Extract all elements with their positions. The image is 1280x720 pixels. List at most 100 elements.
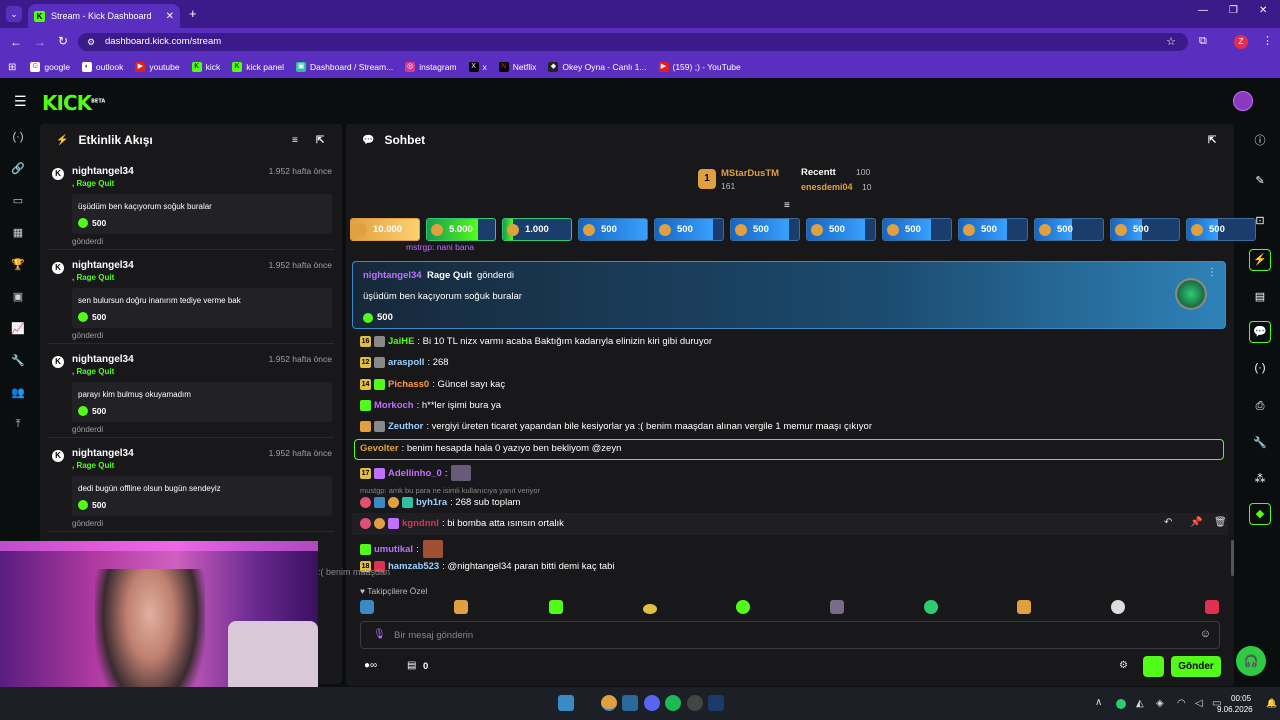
apps-icon[interactable]: ⁂ <box>1240 462 1280 494</box>
apps-grid-icon[interactable]: ⊞ <box>8 62 16 73</box>
bookmark-x[interactable]: Xx <box>468 62 487 72</box>
bookmark-okey[interactable]: ◆ Okey Oyna - Canlı 1... <box>548 62 647 72</box>
bookmark-kick-panel[interactable]: Kkick panel <box>232 62 284 72</box>
gift-goal-bar[interactable]: 500 <box>882 218 952 241</box>
link-icon[interactable]: 🔗 <box>0 152 36 184</box>
bookmark-youtube[interactable]: ▶ youtube <box>135 62 180 72</box>
steam-icon[interactable] <box>708 695 724 711</box>
trophy-icon[interactable]: 🏆 <box>0 248 36 280</box>
chat-scrollbar[interactable] <box>1231 540 1234 576</box>
new-tab-button[interactable]: + <box>189 6 197 21</box>
gift-goal-bar[interactable]: 500 <box>1110 218 1180 241</box>
points-icon[interactable]: ●∞ <box>364 660 377 671</box>
chat-popout-icon[interactable]: ⇱ <box>1208 135 1216 146</box>
chat-input[interactable]: 🎙 Bir mesaj gönderin ☺ <box>360 621 1220 649</box>
emote-5-icon[interactable] <box>736 600 750 614</box>
send-button[interactable]: Gönder <box>1171 656 1221 677</box>
gamepad-icon[interactable] <box>687 695 703 711</box>
delete-icon[interactable]: 🗑 <box>1214 517 1227 528</box>
emote-7-icon[interactable] <box>924 600 938 614</box>
gift-goal-bar[interactable]: 500 <box>806 218 876 241</box>
upload-icon[interactable]: ⤒ <box>0 408 36 440</box>
activity-toggle-icon[interactable]: ⚡ <box>1240 244 1280 276</box>
emote-1-icon[interactable] <box>360 600 374 614</box>
reload-icon[interactable]: ↻ <box>58 34 68 48</box>
notifications-icon[interactable]: 🔔 <box>1266 698 1277 709</box>
stream-icon[interactable]: (·) <box>1240 352 1280 384</box>
gift-goal-bar[interactable]: 1.000 <box>502 218 572 241</box>
hamburger-menu-icon[interactable]: ☰ <box>14 93 27 110</box>
printer-icon[interactable]: ⎙ <box>1240 390 1280 422</box>
mic-icon[interactable]: 🎙 <box>373 629 386 640</box>
hl-more-icon[interactable]: ⋮ <box>1207 267 1217 278</box>
tray-status-icon[interactable] <box>1116 699 1126 709</box>
filter-icon[interactable]: ≡ <box>292 135 298 146</box>
kick-logo[interactable]: KICKBETA <box>42 91 105 115</box>
users-icon[interactable]: 👥 <box>0 376 36 408</box>
second-gifter-name[interactable]: enesdemi04 <box>801 182 853 192</box>
profile-avatar[interactable]: Z <box>1234 35 1248 49</box>
hl-user[interactable]: nightangel34 <box>363 270 422 281</box>
bookmark-youtube-2[interactable]: ▶ (159) ;) - YouTube <box>658 62 741 72</box>
gift-goal-bar[interactable]: 500 <box>654 218 724 241</box>
back-icon[interactable]: ← <box>10 35 22 49</box>
kicks-shop-icon[interactable] <box>1143 656 1164 677</box>
emote-8-icon[interactable] <box>1017 600 1031 614</box>
emote-2-icon[interactable] <box>454 600 468 614</box>
bookmark-google[interactable]: Ggoogle <box>30 62 70 72</box>
tab-close-icon[interactable]: ✕ <box>166 11 174 22</box>
gift-goal-bar[interactable]: 10.000 <box>350 218 420 241</box>
spotify-icon[interactable] <box>665 695 681 711</box>
bookmark-instagram[interactable]: ◎ instagram <box>405 62 457 72</box>
discord-icon[interactable] <box>644 695 660 711</box>
chat-toggle-icon[interactable]: 💬 <box>1240 316 1280 348</box>
clock-time[interactable]: 00:05 <box>1231 694 1251 703</box>
gift-goal-bar[interactable]: 500 <box>578 218 648 241</box>
url-input[interactable]: ⚙ dashboard.kick.com/stream ☆ <box>78 33 1188 51</box>
app-icon[interactable] <box>622 695 638 711</box>
bookmark-dashboard[interactable]: ▣ Dashboard / Stream... <box>296 62 393 72</box>
window-icon[interactable]: ▭ <box>0 184 36 216</box>
popout-icon[interactable]: ⇱ <box>316 135 324 146</box>
broadcast-icon[interactable]: (·) <box>0 122 36 152</box>
gift-goal-bar[interactable]: 5.000 <box>426 218 496 241</box>
minimize-button[interactable]: — <box>1198 5 1208 16</box>
maximize-button[interactable]: ❐ <box>1229 5 1238 16</box>
forward-icon[interactable]: → <box>34 35 46 49</box>
start-icon[interactable] <box>558 695 574 711</box>
analytics-icon[interactable]: ▦ <box>0 216 36 248</box>
emote-4-icon[interactable] <box>643 604 657 614</box>
shield-toggle-icon[interactable]: ◆ <box>1240 498 1280 530</box>
bookmark-star-icon[interactable]: ☆ <box>1166 33 1176 51</box>
media-icon[interactable]: ▣ <box>0 280 36 312</box>
tray-app2-icon[interactable]: ◈ <box>1156 698 1164 709</box>
collapse-chevron-icon[interactable]: ≡ <box>784 200 790 211</box>
top-gifter-name[interactable]: MStarDusTM <box>721 168 779 179</box>
tab-menu-icon[interactable]: ⌄ <box>6 6 22 22</box>
browser-tab[interactable]: K Stream - Kick Dashboard ✕ <box>28 4 180 28</box>
gift-box-icon[interactable]: ▤ <box>407 660 416 671</box>
tools-icon[interactable]: 🔧 <box>1240 426 1280 458</box>
gift-goal-bar[interactable]: 500 <box>958 218 1028 241</box>
site-info-icon[interactable]: ⚙ <box>87 33 95 51</box>
clock-date[interactable]: 9.06.2026 <box>1217 705 1253 714</box>
pin-icon[interactable]: 📌 <box>1190 517 1202 528</box>
reply-icon[interactable]: ↶ <box>1164 517 1172 528</box>
wrench-icon[interactable]: 🔧 <box>0 344 36 376</box>
volume-icon[interactable]: ◁ <box>1195 698 1203 709</box>
bookmark-netflix[interactable]: N Netflix <box>498 62 536 72</box>
tray-app-icon[interactable]: ◭ <box>1136 698 1144 709</box>
extensions-icon[interactable]: ⧉ <box>1199 35 1207 48</box>
edit-icon[interactable]: ✎ <box>1240 164 1280 196</box>
chrome-icon[interactable] <box>601 695 617 711</box>
close-window-button[interactable]: ✕ <box>1259 5 1267 16</box>
stats-icon[interactable]: 📈 <box>0 312 36 344</box>
wifi-icon[interactable]: ◠ <box>1177 698 1186 709</box>
capture-icon[interactable]: ⊡ <box>1240 204 1280 236</box>
support-button[interactable]: 🎧 <box>1236 646 1266 676</box>
notes-icon[interactable]: ▤ <box>1240 280 1280 312</box>
user-avatar[interactable] <box>1233 91 1253 111</box>
emote-6-icon[interactable] <box>830 600 844 614</box>
gift-goal-bar[interactable]: 500 <box>1034 218 1104 241</box>
tray-chevron-icon[interactable]: ∧ <box>1095 697 1102 708</box>
